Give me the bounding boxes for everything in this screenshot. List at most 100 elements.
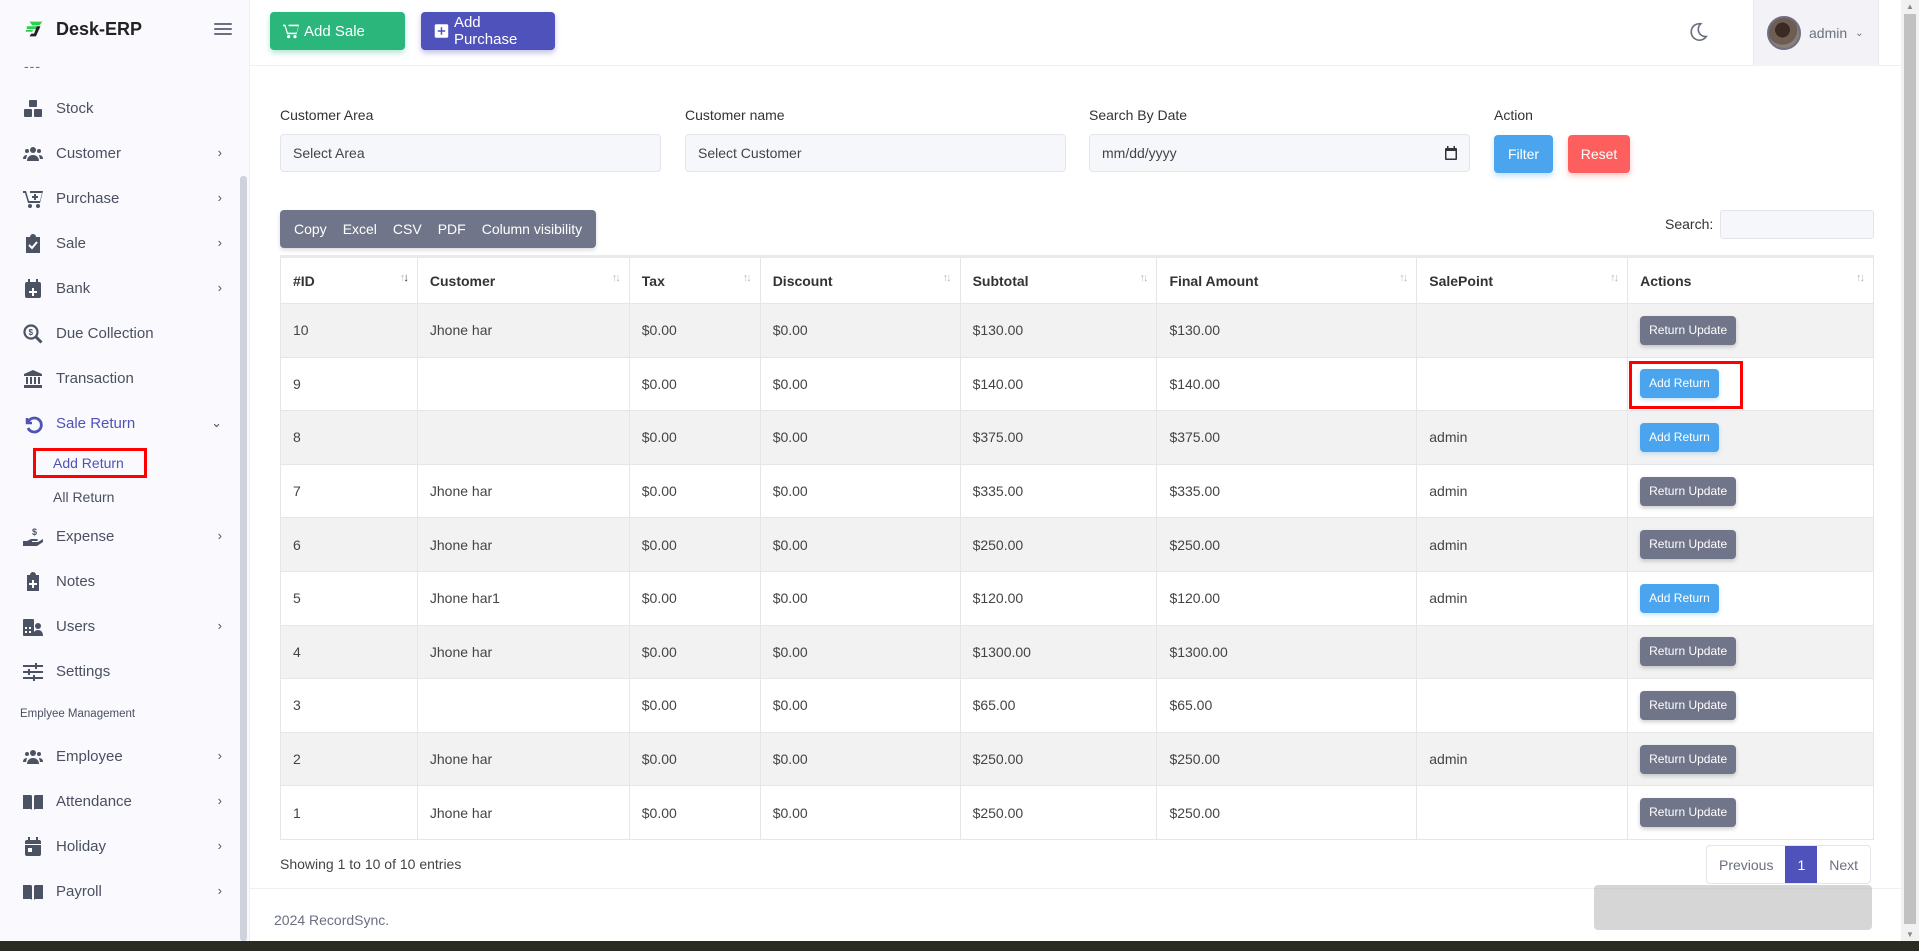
return-update-button[interactable]: Return Update: [1640, 315, 1737, 345]
user-menu[interactable]: admin ⌄: [1753, 0, 1879, 66]
sidebar-item-payroll[interactable]: Payroll ›: [0, 869, 240, 914]
copy-button[interactable]: Copy: [286, 221, 335, 237]
column-header-label: Tax: [641, 272, 665, 289]
cell-customer: Jhone har: [416, 463, 630, 519]
cart-plus-icon: [283, 24, 299, 39]
date-placeholder: mm/dd/yyyy: [1102, 145, 1177, 161]
sidebar-item-stock[interactable]: Stock: [0, 86, 240, 131]
return-update-button[interactable]: Return Update: [1640, 744, 1737, 774]
sidebar-item-holiday[interactable]: Holiday ›: [0, 824, 240, 869]
sidebar-item-expense[interactable]: $ Expense ›: [0, 514, 240, 559]
cell-final: $140.00: [1156, 356, 1418, 412]
cell-subtotal: $375.00: [959, 410, 1158, 465]
sidebar: Desk-ERP --- Stock Customer › Purchase ›…: [0, 0, 250, 941]
cell-discount: $0.00: [759, 624, 961, 680]
scroll-down-icon[interactable]: ▼: [1906, 930, 1914, 939]
column-header-discount[interactable]: Discount ↑↓: [759, 255, 961, 304]
sidebar-item-settings[interactable]: Settings: [0, 649, 240, 694]
column-visibility-button[interactable]: Column visibility: [474, 221, 590, 237]
cell-actions: Return Update: [1627, 303, 1874, 358]
table-search-input[interactable]: [1720, 210, 1874, 239]
table-row: 1 Jhone har $0.00 $0.00 $250.00 $250.00 Return…: [280, 785, 1874, 840]
column-header-final-amount[interactable]: Final Amount ↑↓: [1156, 255, 1418, 304]
brand-name: Desk-ERP: [56, 18, 143, 39]
sidebar-item-purchase[interactable]: Purchase ›: [0, 176, 240, 221]
pagination: Previous 1 Next: [1706, 845, 1872, 884]
filter-button[interactable]: Filter: [1494, 135, 1553, 173]
pagination-page-1[interactable]: 1: [1785, 846, 1818, 883]
cell-tax: $0.00: [628, 303, 761, 358]
return-update-button[interactable]: Return Update: [1640, 530, 1737, 560]
cell-salepoint: admin: [1416, 517, 1629, 572]
calendar-plus-icon: [22, 278, 44, 299]
cell-customer: Jhone har: [416, 731, 630, 787]
table-header-row: #ID ↑↓ Customer ↑↓ Tax ↑↓ Discount ↑↓ Subtot…: [280, 255, 1874, 304]
sidebar-scrollbar[interactable]: [240, 176, 247, 941]
column-header-id[interactable]: #ID ↑↓: [280, 255, 418, 304]
cell-actions: Return Update: [1627, 517, 1874, 572]
column-header-label: Discount: [772, 272, 833, 289]
cell-tax: $0.00: [628, 785, 761, 840]
cell-subtotal: $250.00: [959, 785, 1158, 840]
sidebar-item-sale[interactable]: Sale ›: [0, 221, 240, 266]
sidebar-item-bank[interactable]: Bank ›: [0, 266, 240, 311]
page-scrollbar[interactable]: ▲ ▼: [1901, 0, 1919, 941]
pagination-previous[interactable]: Previous: [1707, 846, 1785, 883]
brand[interactable]: Desk-ERP: [24, 18, 142, 40]
cell-final: $65.00: [1156, 678, 1418, 733]
column-header-label: #ID: [293, 272, 315, 289]
return-update-button[interactable]: Return Update: [1640, 690, 1737, 720]
cell-id: 2: [280, 731, 418, 787]
cell-actions: Return Update: [1627, 678, 1874, 733]
sort-icon: ↑↓: [1610, 272, 1619, 284]
column-header-subtotal[interactable]: Subtotal ↑↓: [959, 255, 1158, 304]
pdf-button[interactable]: PDF: [430, 221, 474, 237]
sidebar-item-transaction[interactable]: Transaction: [0, 356, 240, 401]
svg-text:$: $: [32, 527, 37, 537]
date-input[interactable]: mm/dd/yyyy: [1089, 134, 1470, 172]
add-purchase-button[interactable]: Add Purchase: [421, 12, 555, 50]
calendar-icon[interactable]: [1445, 146, 1457, 160]
calendar-icon: [22, 836, 44, 857]
add-return-button[interactable]: Add Return: [1640, 422, 1719, 452]
column-header-actions[interactable]: Actions ↑↓: [1627, 255, 1874, 304]
sidebar-item-customer[interactable]: Customer ›: [0, 131, 240, 176]
cell-actions: Return Update: [1627, 785, 1874, 840]
sidebar-item-notes[interactable]: Notes: [0, 559, 240, 604]
add-sale-button[interactable]: Add Sale: [270, 12, 405, 50]
column-header-salepoint[interactable]: SalePoint ↑↓: [1416, 255, 1629, 304]
column-header-tax[interactable]: Tax ↑↓: [628, 255, 761, 304]
return-update-button[interactable]: Return Update: [1640, 637, 1737, 667]
sidebar-item-sale-return[interactable]: Sale Return ⌄: [0, 401, 240, 446]
cell-final: $335.00: [1156, 463, 1418, 519]
customer-area-select[interactable]: Select Area: [280, 134, 661, 172]
sidebar-item-due-collection[interactable]: $ Due Collection: [0, 311, 240, 356]
scrollbar-thumb[interactable]: [1904, 14, 1916, 924]
cell-subtotal: $250.00: [959, 517, 1158, 572]
chevron-right-icon: ›: [217, 748, 222, 763]
return-update-button[interactable]: Return Update: [1640, 476, 1737, 506]
add-return-button[interactable]: Add Return: [1640, 369, 1719, 399]
cell-id: 9: [280, 356, 418, 412]
cell-final: $375.00: [1156, 410, 1418, 465]
cell-salepoint: [1416, 303, 1629, 358]
column-header-customer[interactable]: Customer ↑↓: [416, 255, 630, 304]
sidebar-subitem-all-return[interactable]: All Return: [0, 480, 240, 514]
reset-button[interactable]: Reset: [1568, 135, 1630, 173]
export-button-group: Copy Excel CSV PDF Column visibility: [280, 210, 597, 248]
return-update-button[interactable]: Return Update: [1640, 798, 1737, 828]
scroll-up-icon[interactable]: ▲: [1906, 2, 1914, 11]
column-header-label: Final Amount: [1169, 272, 1259, 289]
sidebar-item-employee[interactable]: Employee ›: [0, 734, 240, 779]
customer-name-select[interactable]: Select Customer: [685, 134, 1066, 172]
menu-toggle-icon[interactable]: [214, 20, 232, 36]
sidebar-item-users[interactable]: Users ›: [0, 604, 240, 649]
csv-button[interactable]: CSV: [385, 221, 430, 237]
moon-icon[interactable]: [1687, 21, 1709, 43]
excel-button[interactable]: Excel: [335, 221, 385, 237]
pagination-next[interactable]: Next: [1817, 846, 1870, 883]
sidebar-item-attendance[interactable]: Attendance ›: [0, 779, 240, 824]
sidebar-subitem-add-return[interactable]: Add Return: [0, 446, 240, 480]
sidebar-item-label: Users: [56, 618, 96, 635]
add-return-button[interactable]: Add Return: [1640, 583, 1719, 613]
